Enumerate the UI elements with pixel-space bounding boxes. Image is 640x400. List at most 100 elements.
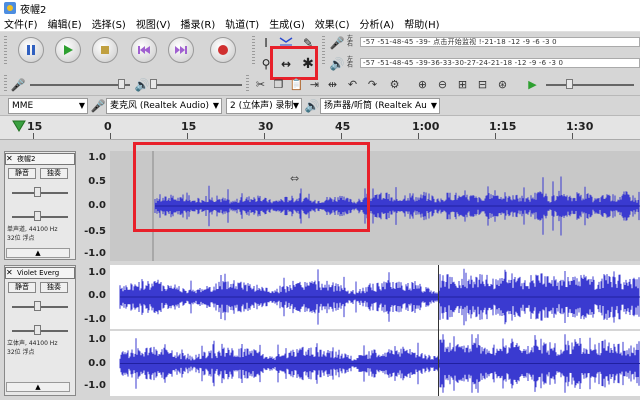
track-format-info: 立体声, 44100 Hz xyxy=(7,340,58,347)
track-name-menu[interactable]: Violet Everg xyxy=(5,267,75,279)
record-button[interactable] xyxy=(210,37,236,63)
play-meter-channel-label: 左右 xyxy=(347,56,354,69)
sync-lock-button[interactable]: ⚙ xyxy=(386,76,403,93)
playback-device-icon: 🔊 xyxy=(304,99,320,113)
record-meter-channel-label: 左右 xyxy=(347,35,354,48)
input-volume-icon: 🎤 xyxy=(10,78,26,92)
copy-button[interactable]: ❐ xyxy=(270,76,287,93)
title-bar: 夜幄2 xyxy=(0,0,640,16)
waveform-area-track-2-left[interactable] xyxy=(110,265,640,329)
fit-project-button[interactable]: ⊟ xyxy=(474,76,491,93)
trim-button[interactable]: ⇥ xyxy=(306,76,323,93)
zoom-out-button[interactable]: ⊖ xyxy=(434,76,451,93)
chevron-down-icon: ▼ xyxy=(78,101,85,110)
transport-grip[interactable] xyxy=(4,36,7,64)
recording-device-select[interactable]: 麦克风 (Realtek Audio) ▼ xyxy=(106,98,222,114)
menu-help[interactable]: 帮助(H) xyxy=(404,16,439,31)
meter-grip[interactable] xyxy=(322,36,325,64)
play-button[interactable] xyxy=(55,37,81,63)
mixer-grip[interactable] xyxy=(4,75,7,93)
waveform-track-2-left xyxy=(119,268,640,326)
playback-device-value: 扬声器/听筒 (Realtek Au xyxy=(324,101,427,111)
timeline-tick xyxy=(418,133,419,139)
redo-button[interactable]: ↷ xyxy=(364,76,381,93)
stop-button[interactable] xyxy=(92,37,118,63)
record-meter[interactable]: -57 -51-48-45 -39- 点击开始监视 !-21-18 -12 -9… xyxy=(360,37,640,47)
track-close-icon[interactable]: ✕ xyxy=(6,268,13,278)
pause-button[interactable] xyxy=(18,37,44,63)
skip-start-button[interactable] xyxy=(131,37,157,63)
menu-file[interactable]: 文件(F) xyxy=(4,16,38,31)
playback-device-select[interactable]: 扬声器/听筒 (Realtek Au ▼ xyxy=(320,98,440,114)
y-axis-label: 0.0 xyxy=(88,290,106,301)
waveform-track-2-right xyxy=(119,334,640,393)
track-collapse-button[interactable]: ▲ xyxy=(6,382,70,392)
menu-tracks[interactable]: 轨道(T) xyxy=(225,16,259,31)
y-axis-label: -1.0 xyxy=(84,314,106,325)
track-format-info: 单声道, 44100 Hz xyxy=(7,226,58,233)
audio-host-select[interactable]: MME ▼ xyxy=(8,98,88,114)
zoom-in-button[interactable]: ⊕ xyxy=(414,76,431,93)
timeline-tick xyxy=(341,133,342,139)
y-axis-label: -1.0 xyxy=(84,248,106,259)
gain-slider-thumb[interactable] xyxy=(34,301,41,311)
output-volume-slider-thumb[interactable] xyxy=(150,79,157,89)
menu-transport[interactable]: 播录(R) xyxy=(181,16,216,31)
edit-grip[interactable] xyxy=(246,75,249,93)
gain-slider-thumb[interactable] xyxy=(34,187,41,197)
timeline-tick xyxy=(110,133,111,139)
cut-button[interactable]: ✂ xyxy=(252,76,269,93)
skip-end-icon xyxy=(175,46,187,54)
playback-meter[interactable]: -57 -51-48-45 -39-36-33-30-27-24-21-18 -… xyxy=(360,58,640,68)
fit-selection-button[interactable]: ⊞ xyxy=(454,76,471,93)
play-speed-slider-thumb[interactable] xyxy=(566,79,573,89)
solo-button[interactable]: 独奏 xyxy=(40,282,68,293)
track-name-text: 夜幄2 xyxy=(17,155,36,163)
menu-view[interactable]: 视图(V) xyxy=(136,16,171,31)
timeline-tick xyxy=(264,133,265,139)
chevron-down-icon: ▼ xyxy=(292,101,299,110)
play-speed-slider-track[interactable] xyxy=(546,84,634,86)
timeline-tick xyxy=(187,133,188,139)
annotation-highlight-tools xyxy=(270,46,318,80)
play-at-speed-button[interactable]: ▶ xyxy=(524,76,541,93)
track-bitdepth-info: 32位 浮点 xyxy=(7,235,35,242)
output-volume-icon: 🔊 xyxy=(134,78,150,92)
recording-channels-select[interactable]: 2 (立体声) 录制 ▼ xyxy=(226,98,302,114)
timeline-label: 1:30 xyxy=(566,120,594,133)
microphone-icon[interactable]: 🎤 xyxy=(329,35,345,51)
menu-edit[interactable]: 编辑(E) xyxy=(48,16,82,31)
paste-button[interactable]: 📋 xyxy=(288,76,305,93)
record-icon xyxy=(218,45,228,55)
track-close-icon[interactable]: ✕ xyxy=(6,154,13,164)
track-collapse-button[interactable]: ▲ xyxy=(6,248,70,258)
timeline-ruler[interactable] xyxy=(0,116,640,140)
skip-end-button[interactable] xyxy=(168,37,194,63)
menu-bar: 文件(F) 编辑(E) 选择(S) 视图(V) 播录(R) 轨道(T) 生成(G… xyxy=(0,16,640,32)
silence-button[interactable]: ⇹ xyxy=(324,76,341,93)
track-name-menu[interactable]: 夜幄2 xyxy=(5,153,75,165)
timeline-label: 1:15 xyxy=(489,120,517,133)
solo-button[interactable]: 独奏 xyxy=(40,168,68,179)
waveform-area-track-2-right[interactable] xyxy=(110,331,640,396)
output-volume-slider-track[interactable] xyxy=(152,84,242,86)
play-head-icon[interactable] xyxy=(12,120,26,135)
mute-button[interactable]: 静音 xyxy=(8,282,36,293)
pan-slider-thumb[interactable] xyxy=(34,325,41,335)
undo-button[interactable]: ↶ xyxy=(344,76,361,93)
menu-analyze[interactable]: 分析(A) xyxy=(360,16,395,31)
menu-select[interactable]: 选择(S) xyxy=(92,16,126,31)
pan-slider-thumb[interactable] xyxy=(34,211,41,221)
menu-generate[interactable]: 生成(G) xyxy=(269,16,305,31)
input-volume-slider-track[interactable] xyxy=(30,84,130,86)
tools-grip[interactable] xyxy=(252,36,255,64)
mute-button[interactable]: 静音 xyxy=(8,168,36,179)
zoom-toggle-button[interactable]: ⊛ xyxy=(494,76,511,93)
menu-effect[interactable]: 效果(C) xyxy=(315,16,350,31)
speaker-icon[interactable]: 🔊 xyxy=(329,56,345,72)
time-shift-cursor-icon: ⇔ xyxy=(290,172,300,185)
y-axis-label: 1.0 xyxy=(88,152,106,163)
timeline-tick xyxy=(572,133,573,139)
cursor-line xyxy=(438,265,439,396)
input-volume-slider-thumb[interactable] xyxy=(118,79,125,89)
